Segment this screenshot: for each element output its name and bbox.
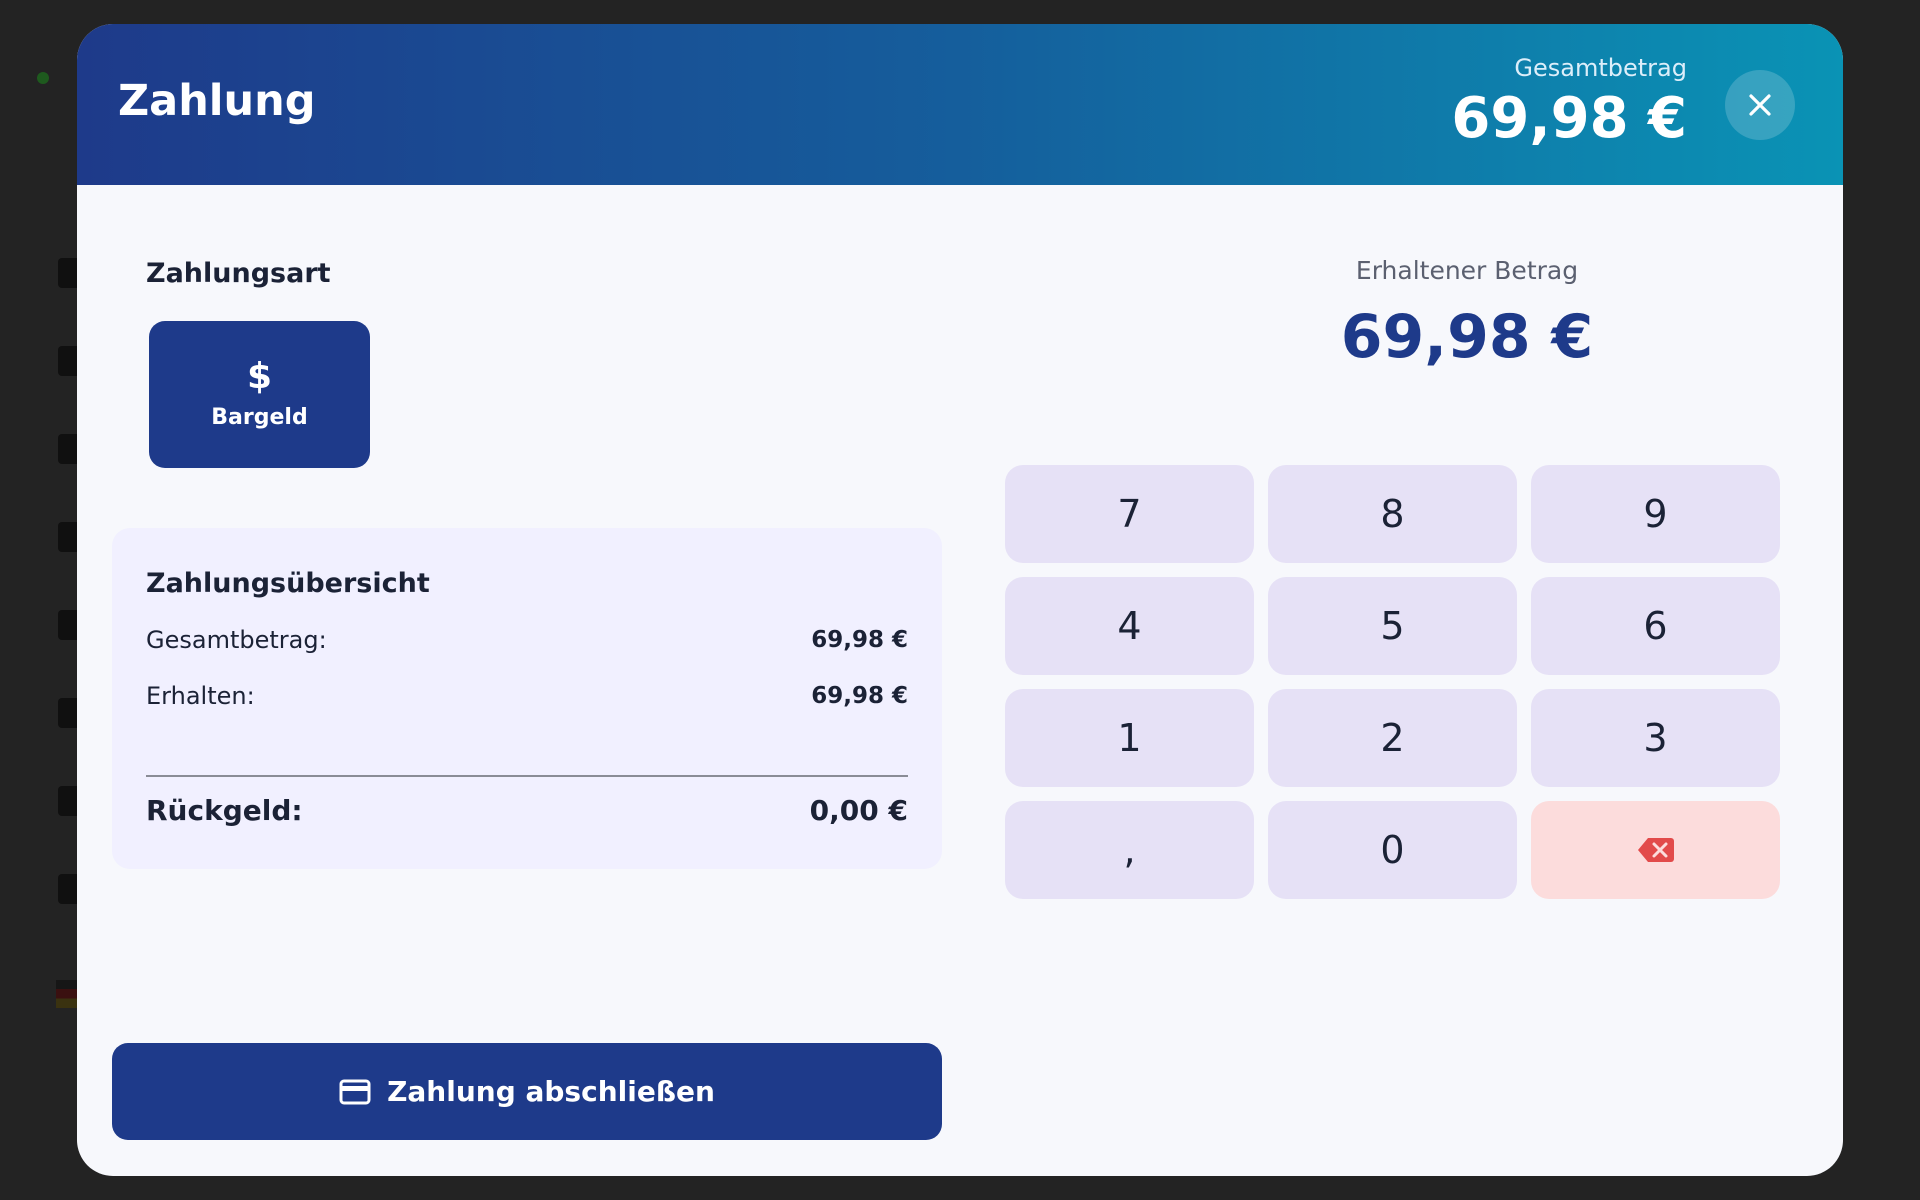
key-9[interactable]: 9	[1531, 465, 1780, 563]
payment-method-label-text: Bargeld	[211, 405, 308, 430]
summary-row-label: Gesamtbetrag:	[146, 626, 327, 654]
status-dot	[37, 72, 49, 84]
close-icon	[1749, 94, 1771, 116]
change-label: Rückgeld:	[146, 794, 303, 827]
summary-row-received: Erhalten: 69,98 €	[146, 682, 908, 710]
key-0[interactable]: 0	[1268, 801, 1517, 899]
key-7[interactable]: 7	[1005, 465, 1254, 563]
payment-modal: Zahlung Gesamtbetrag 69,98 € Zahlungsart…	[77, 24, 1843, 1176]
change-value: 0,00 €	[809, 794, 908, 827]
close-button[interactable]	[1725, 70, 1795, 140]
summary-title: Zahlungsübersicht	[146, 568, 430, 599]
payment-method-label: Zahlungsart	[146, 258, 331, 289]
key-8[interactable]: 8	[1268, 465, 1517, 563]
complete-payment-button[interactable]: Zahlung abschließen	[112, 1043, 942, 1140]
summary-divider	[146, 775, 908, 777]
summary-row-value: 69,98 €	[811, 683, 908, 709]
modal-title: Zahlung	[118, 76, 316, 126]
payment-method-cash-button[interactable]: $ Bargeld	[149, 321, 370, 468]
dollar-icon: $	[246, 356, 273, 397]
key-1[interactable]: 1	[1005, 689, 1254, 787]
numeric-keypad: 7 8 9 4 5 6 1 2 3 , 0	[1005, 465, 1781, 899]
modal-header: Zahlung Gesamtbetrag 69,98 €	[77, 24, 1843, 185]
credit-card-icon	[339, 1079, 371, 1104]
complete-payment-label: Zahlung abschließen	[387, 1075, 715, 1108]
key-comma[interactable]: ,	[1005, 801, 1254, 899]
key-5[interactable]: 5	[1268, 577, 1517, 675]
summary-row-total: Gesamtbetrag: 69,98 €	[146, 626, 908, 654]
summary-row-change: Rückgeld: 0,00 €	[146, 794, 908, 827]
key-4[interactable]: 4	[1005, 577, 1254, 675]
summary-row-label: Erhalten:	[146, 682, 255, 710]
received-amount-label: Erhaltener Betrag	[1355, 256, 1579, 285]
summary-row-value: 69,98 €	[811, 627, 908, 653]
key-3[interactable]: 3	[1531, 689, 1780, 787]
key-2[interactable]: 2	[1268, 689, 1517, 787]
total-amount-label: Gesamtbetrag	[1514, 54, 1687, 82]
key-6[interactable]: 6	[1531, 577, 1780, 675]
payment-summary: Zahlungsübersicht Gesamtbetrag: 69,98 € …	[112, 528, 942, 869]
backspace-button[interactable]	[1531, 801, 1780, 899]
received-amount-value: 69,98 €	[1340, 302, 1594, 372]
total-amount-value: 69,98 €	[1451, 86, 1687, 151]
backspace-icon	[1637, 838, 1674, 862]
